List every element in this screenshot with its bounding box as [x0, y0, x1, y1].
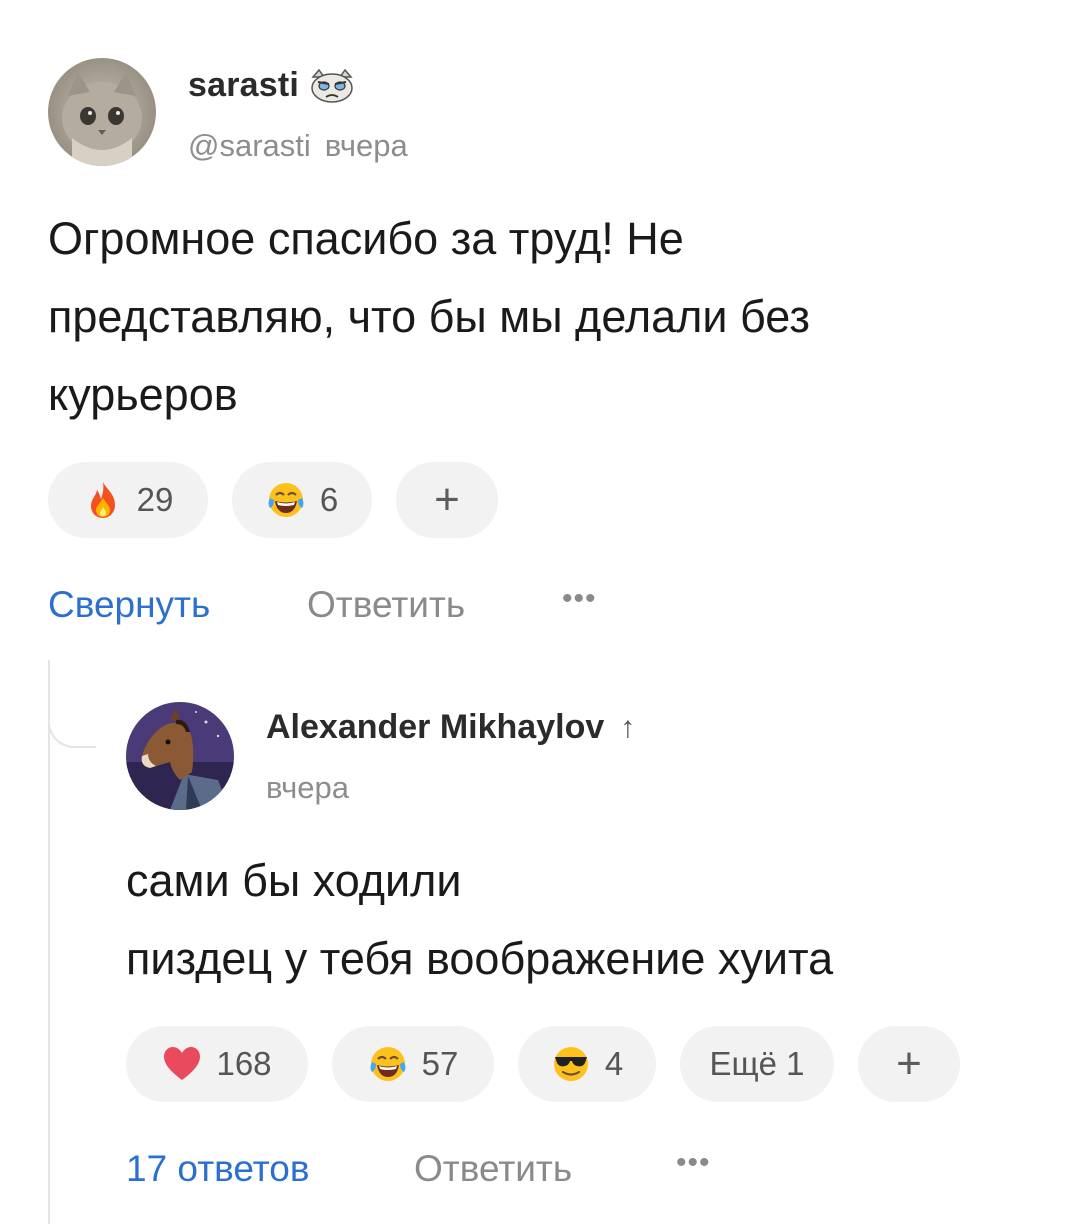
author-name-text: Alexander Mikhaylov — [266, 708, 605, 746]
author-name-text: sarasti — [188, 66, 300, 104]
comment-time: вчера — [324, 128, 408, 163]
horse-avatar-image — [126, 702, 234, 810]
replies-count-link[interactable]: 17 ответов — [126, 1148, 310, 1190]
grumpy-cat-emoji-icon — [311, 68, 353, 103]
reaction-count: 168 — [216, 1045, 272, 1082]
more-reactions-label: Ещё 1 — [709, 1045, 805, 1082]
tears-of-joy-icon — [370, 1047, 406, 1081]
reaction-laugh-button[interactable]: 6 — [232, 462, 372, 538]
thread-branch — [48, 660, 96, 748]
add-reaction-button[interactable]: + — [858, 1026, 960, 1102]
comment-author-name[interactable]: sarasti — [188, 66, 355, 105]
comment-text-line: курьеров — [48, 369, 238, 420]
reply-author-name[interactable]: Alexander Mikhaylov ↑ — [266, 708, 635, 747]
more-options-icon[interactable]: ••• — [562, 582, 597, 616]
avatar-alexander-mikhaylov[interactable] — [126, 702, 234, 810]
comment-text-line: представляю, что бы мы делали без — [48, 291, 810, 342]
reaction-laugh-button[interactable]: 57 — [332, 1026, 494, 1102]
reaction-count: 6 — [319, 481, 339, 518]
comment-meta: @sarasti вчера — [188, 128, 408, 164]
tears-of-joy-icon — [268, 483, 304, 517]
reaction-count: 57 — [421, 1045, 459, 1082]
plus-icon: + — [434, 475, 460, 524]
arrow-up-icon: ↑ — [620, 710, 636, 744]
reaction-sunglasses-button[interactable]: 4 — [518, 1026, 656, 1102]
comment-text: Огромное спасибо за труд! Не представляю… — [48, 200, 1048, 434]
add-reaction-button[interactable]: + — [396, 462, 498, 538]
reaction-count: 4 — [604, 1045, 624, 1082]
more-options-icon[interactable]: ••• — [676, 1146, 711, 1180]
fire-icon — [90, 482, 115, 518]
reply-text: сами бы ходили пиздец у тебя воображение… — [126, 842, 1066, 998]
author-handle[interactable]: @sarasti — [188, 128, 311, 164]
kitten-avatar-image — [48, 58, 156, 166]
reaction-heart-button[interactable]: 168 — [126, 1026, 308, 1102]
reply-button[interactable]: Ответить — [307, 584, 465, 626]
comment-text-line: Огромное спасибо за труд! Не — [48, 213, 684, 264]
thread-line — [48, 660, 50, 1224]
reaction-fire-button[interactable]: 29 — [48, 462, 208, 538]
reply-text-line: пиздец у тебя воображение хуита — [126, 933, 834, 984]
more-reactions-button[interactable]: Ещё 1 — [680, 1026, 834, 1102]
collapse-button[interactable]: Свернуть — [48, 584, 210, 626]
reply-time: вчера — [266, 770, 349, 805]
avatar-sarasti[interactable] — [48, 58, 156, 166]
reply-text-line: сами бы ходили — [126, 855, 462, 906]
reaction-count: 29 — [136, 481, 174, 518]
plus-icon: + — [896, 1039, 922, 1088]
red-heart-icon — [164, 1047, 201, 1080]
sunglasses-icon — [553, 1047, 588, 1081]
reply-button[interactable]: Ответить — [414, 1148, 572, 1190]
